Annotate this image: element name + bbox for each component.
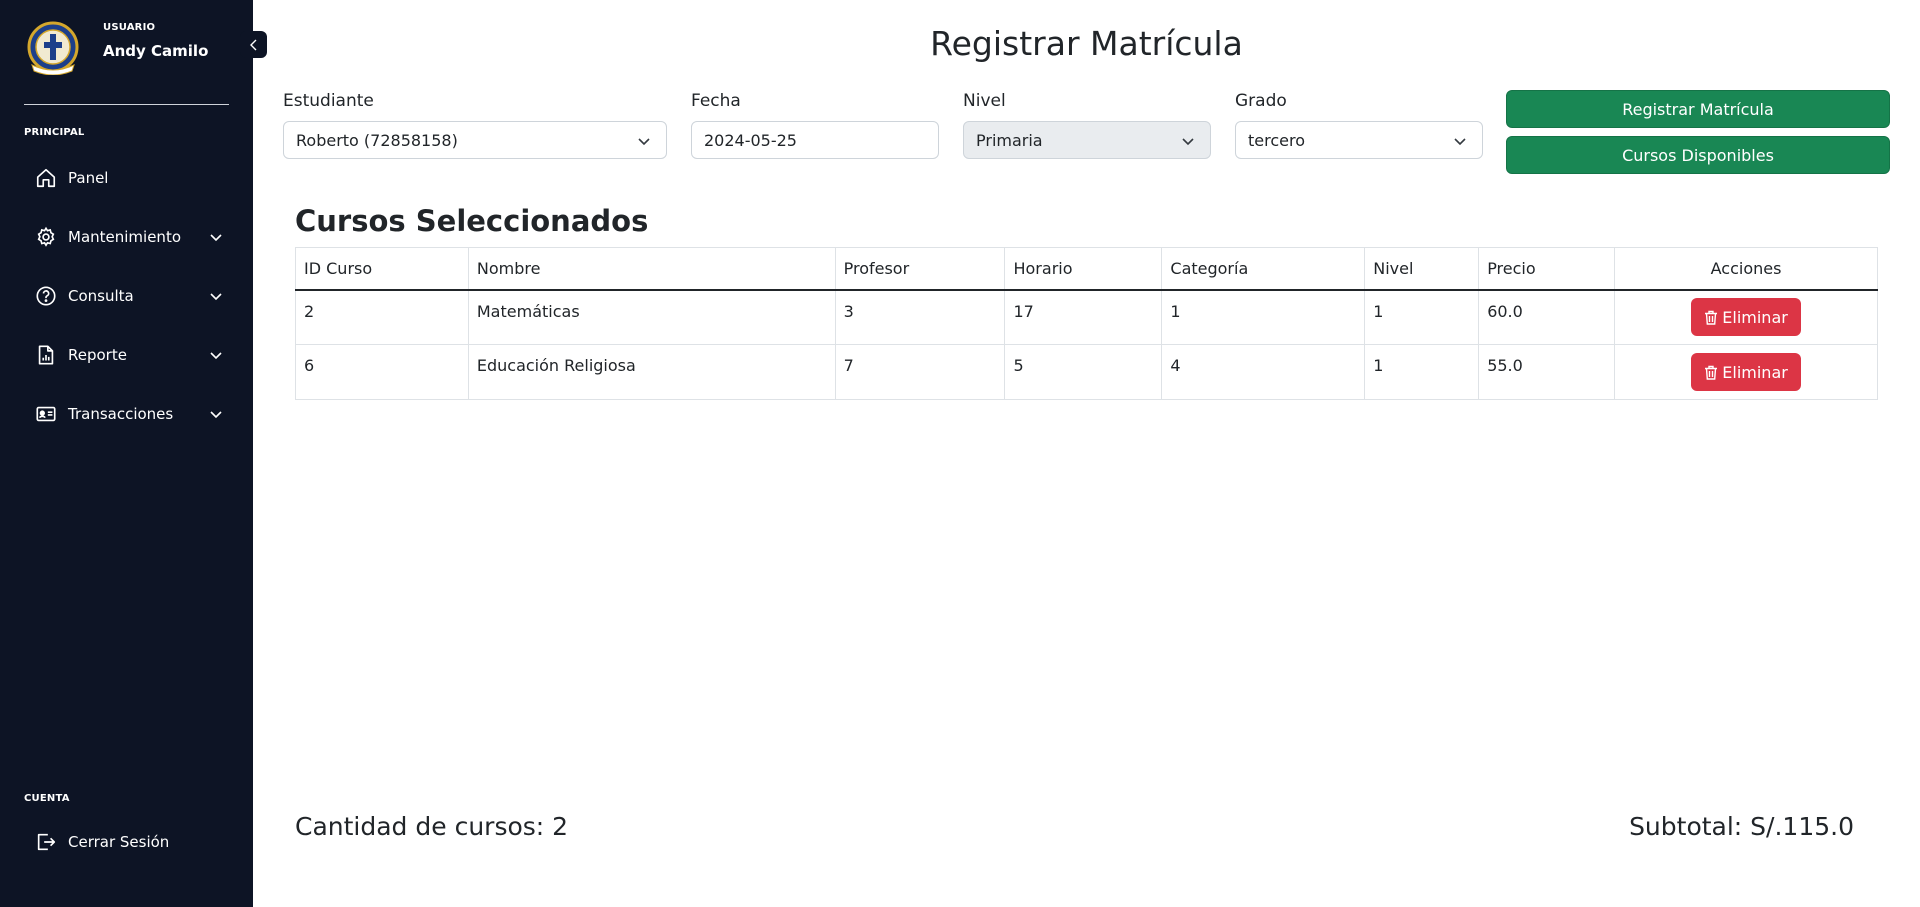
cell-actions: Eliminar — [1614, 289, 1878, 345]
cell-id: 6 — [295, 344, 469, 400]
sidebar: USUARIO Andy Camilo PRINCIPAL Panel Mant… — [0, 0, 253, 907]
subtotal: Subtotal: S/.115.0 — [1629, 812, 1854, 841]
sidebar-item-transacciones[interactable]: Transacciones — [34, 399, 224, 429]
sidebar-item-label: Mantenimiento — [68, 228, 181, 246]
delete-button[interactable]: Eliminar — [1691, 353, 1802, 391]
section-label-cuenta: CUENTA — [24, 793, 70, 804]
cell-horario: 5 — [1004, 344, 1163, 400]
selected-courses-title: Cursos Seleccionados — [295, 204, 649, 238]
sidebar-item-label: Transacciones — [68, 405, 174, 423]
delete-button[interactable]: Eliminar — [1691, 298, 1802, 337]
cell-categoria: 1 — [1161, 289, 1366, 345]
cell-actions: Eliminar — [1614, 344, 1878, 400]
page-title: Registrar Matrícula — [930, 24, 1243, 63]
sidebar-item-consulta[interactable]: Consulta — [34, 281, 224, 311]
question-circle-icon — [34, 284, 58, 308]
report-icon — [34, 343, 58, 367]
column-header: Categoría — [1161, 247, 1366, 291]
user-name: Andy Camilo — [103, 42, 209, 60]
column-header: Profesor — [834, 247, 1006, 291]
column-header: Horario — [1004, 247, 1163, 291]
delete-label: Eliminar — [1722, 307, 1788, 327]
cell-nivel: 1 — [1364, 289, 1480, 345]
grade-label: Grado — [1235, 91, 1287, 111]
grade-select[interactable]: tercero — [1235, 121, 1483, 159]
available-courses-button[interactable]: Cursos Disponibles — [1506, 136, 1890, 174]
sidebar-item-panel[interactable]: Panel — [34, 163, 224, 193]
cell-nivel: 1 — [1364, 344, 1480, 400]
column-header: Nombre — [467, 247, 836, 291]
date-input[interactable]: 2024-05-25 — [691, 121, 939, 159]
logout-button[interactable]: Cerrar Sesión — [34, 827, 224, 857]
gear-icon — [34, 225, 58, 249]
logout-icon — [34, 830, 58, 854]
column-header: Precio — [1478, 247, 1616, 291]
sidebar-item-label: Reporte — [68, 346, 127, 364]
student-select[interactable]: Roberto (72858158) — [283, 121, 667, 159]
student-value: Roberto (72858158) — [296, 130, 458, 150]
level-select[interactable]: Primaria — [963, 121, 1211, 159]
student-field: Estudiante Roberto (72858158) — [283, 91, 667, 159]
home-icon — [34, 166, 58, 190]
column-header: Acciones — [1614, 247, 1878, 291]
chevron-down-icon — [638, 138, 650, 146]
cell-categoria: 4 — [1161, 344, 1366, 400]
selected-courses-table: ID Curso Nombre Profesor Horario Categor… — [295, 247, 1878, 400]
chevron-down-icon — [210, 411, 222, 419]
register-enrollment-button[interactable]: Registrar Matrícula — [1506, 90, 1890, 128]
cell-precio: 60.0 — [1478, 289, 1616, 345]
course-count: Cantidad de cursos: 2 — [295, 812, 569, 841]
cell-precio: 55.0 — [1478, 344, 1616, 400]
level-label: Nivel — [963, 91, 1006, 111]
cell-nombre: Educación Religiosa — [467, 344, 836, 400]
user-caption: USUARIO — [103, 22, 156, 33]
trash-icon — [1705, 310, 1718, 325]
column-header: Nivel — [1364, 247, 1480, 291]
sidebar-divider — [24, 104, 229, 105]
grade-value: tercero — [1248, 130, 1305, 150]
logout-label: Cerrar Sesión — [68, 833, 170, 851]
sidebar-item-reporte[interactable]: Reporte — [34, 340, 224, 370]
column-header: ID Curso — [295, 247, 469, 291]
sidebar-item-label: Consulta — [68, 287, 134, 305]
chevron-down-icon — [1454, 138, 1466, 146]
chevron-down-icon — [210, 234, 222, 242]
delete-label: Eliminar — [1722, 362, 1788, 382]
sidebar-item-mantenimiento[interactable]: Mantenimiento — [34, 222, 224, 252]
cell-profesor: 3 — [834, 289, 1006, 345]
chevron-down-icon — [1182, 138, 1194, 146]
chevron-down-icon — [210, 352, 222, 360]
level-field: Nivel Primaria — [963, 91, 1211, 159]
cell-horario: 17 — [1004, 289, 1163, 345]
cell-profesor: 7 — [834, 344, 1006, 400]
date-value: 2024-05-25 — [704, 130, 797, 150]
table-row: 6 Educación Religiosa 7 5 4 1 55.0 Elimi… — [295, 344, 1878, 400]
table-row: 2 Matemáticas 3 17 1 1 60.0 Eliminar — [295, 289, 1878, 345]
cell-nombre: Matemáticas — [467, 289, 836, 345]
grade-field: Grado tercero — [1235, 91, 1483, 159]
trash-icon — [1705, 365, 1718, 380]
section-label-principal: PRINCIPAL — [24, 127, 85, 138]
level-value: Primaria — [976, 130, 1043, 150]
id-card-icon — [34, 402, 58, 426]
date-field: Fecha 2024-05-25 — [691, 91, 939, 159]
student-label: Estudiante — [283, 91, 374, 111]
user-profile: USUARIO Andy Camilo — [24, 21, 208, 75]
sidebar-item-label: Panel — [68, 169, 109, 187]
date-label: Fecha — [691, 91, 741, 111]
school-logo — [24, 21, 82, 75]
table-header-row: ID Curso Nombre Profesor Horario Categor… — [295, 247, 1878, 291]
cell-id: 2 — [295, 289, 469, 345]
chevron-down-icon — [210, 293, 222, 301]
